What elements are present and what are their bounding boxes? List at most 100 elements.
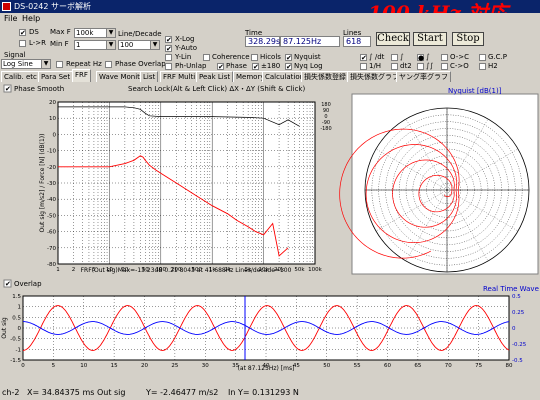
tab-loss-register[interactable]: 損失係数登録: [301, 71, 349, 82]
integ1-radio[interactable]: ●: [417, 54, 424, 62]
frf-plot-area[interactable]: [57, 101, 316, 265]
wave-right-tick: -0.5: [512, 358, 523, 364]
tab-frf[interactable]: FRF: [72, 69, 91, 82]
wave-right-tick: 0: [512, 326, 516, 332]
wave-x-tick: 10: [80, 363, 87, 369]
ds-label: DS: [29, 28, 39, 36]
check-button[interactable]: Check: [376, 32, 410, 46]
ph-unlap-checkbox[interactable]: [165, 63, 172, 70]
c-o-checkbox[interactable]: [441, 63, 448, 70]
time-field[interactable]: 328.29s: [245, 36, 280, 47]
start-button[interactable]: Start: [413, 32, 447, 46]
nyquist-checkbox[interactable]: ✔: [285, 54, 292, 62]
h2-label: H2: [488, 62, 498, 70]
frf-x-tick: 100k: [308, 267, 322, 273]
wave-left-tick: 0.5: [12, 315, 21, 321]
tab-peak-list[interactable]: Peak List: [196, 71, 234, 82]
wave-x-tick: 75: [475, 363, 482, 369]
wave-x-tick: 80: [506, 363, 513, 369]
wave-left-tick: -1: [16, 347, 21, 353]
frf-y-axis-label: Out sig [m/s2] / Force [N] (dB(1)): [39, 134, 46, 233]
tab-list[interactable]: List: [140, 71, 159, 82]
pm180-checkbox[interactable]: ✔: [252, 63, 259, 71]
tab-calib[interactable]: Calib. etc: [1, 71, 40, 82]
tab-frf-multi[interactable]: FRF Multi: [160, 71, 199, 82]
dt-radio[interactable]: [391, 54, 398, 61]
wave-right-tick: 0.5: [512, 294, 521, 300]
window-title: DS-0242 サーボ解析: [14, 2, 92, 11]
phase-checkbox[interactable]: ✔: [217, 63, 224, 71]
wave-x-tick: 0: [21, 363, 25, 369]
tab-loss-graph[interactable]: 損失係数グラフ: [347, 71, 402, 82]
frf-y-tick: 20: [49, 100, 56, 106]
frf-y-tick: 10: [49, 116, 56, 122]
frf-y-tick: -80: [47, 262, 56, 268]
signal-select[interactable]: Log Sine ▼: [1, 59, 51, 69]
tab-young-graph[interactable]: ヤング率グラフ: [396, 71, 451, 82]
wave-legend: Real Time Wave: [483, 285, 539, 293]
frf-y-tick: -20: [47, 165, 56, 171]
main-panel: ✔ Phase Smooth Search Lock(Alt & Left Cl…: [0, 82, 540, 400]
integ2-radio-label: ∫∫: [426, 62, 434, 70]
y-auto-checkbox[interactable]: ✔: [165, 45, 172, 53]
tab-para-set[interactable]: Para Set: [38, 71, 74, 82]
inv-h-label: 1/H: [369, 62, 382, 70]
line-decade-label: Line/Decade: [118, 30, 162, 38]
status-channel: ch-2: [2, 388, 20, 397]
freq-field[interactable]: 87.125Hz: [280, 36, 340, 47]
x-log-checkbox[interactable]: ✔: [165, 36, 172, 44]
wave-x-tick: 50: [323, 363, 330, 369]
search-hint: Search Lock(Alt & Left Click) ΔX・ΔY (Shi…: [128, 85, 305, 93]
stop-button[interactable]: Stop: [452, 32, 484, 46]
integ1-radio-label: ∫: [426, 53, 430, 61]
y-lin-checkbox[interactable]: [165, 54, 172, 61]
wave-right-tick: 0.25: [512, 310, 525, 316]
line-decade-select[interactable]: 100 ▼: [118, 40, 160, 50]
min-f-select[interactable]: 1 ▼: [74, 40, 116, 50]
frf-x-tick: 1: [56, 267, 60, 273]
coherence-label: Coherence: [212, 53, 250, 61]
wave-y-axis-label: Out sig: [1, 317, 8, 339]
integ2-radio[interactable]: [417, 63, 424, 70]
wave-left-tick: 1: [18, 305, 22, 311]
inv-h-checkbox[interactable]: [360, 63, 367, 70]
chevron-down-icon: ▼: [41, 60, 50, 68]
repeat-hz-checkbox[interactable]: [56, 61, 63, 68]
h2-checkbox[interactable]: [479, 63, 486, 70]
menu-bar: File Help: [0, 13, 540, 25]
phase-overlap-checkbox[interactable]: [105, 61, 112, 68]
hicols-label: Hicols: [260, 53, 281, 61]
chevron-down-icon: ▼: [106, 41, 115, 49]
pm180-label: ±180: [261, 62, 281, 70]
y-auto-label: Y-Auto: [175, 44, 198, 52]
frf-x-axis-label: FRF(Out sig)Max=-13.23dB 0.21 8043 at 41…: [81, 267, 292, 274]
menu-help[interactable]: Help: [22, 14, 40, 23]
hicols-checkbox[interactable]: [251, 54, 258, 61]
integ-dt-checkbox[interactable]: ✔: [360, 54, 367, 62]
status-y: Y= -2.46477 m/s2: [146, 388, 219, 397]
frf-y-tick: -40: [47, 197, 56, 203]
wave-x-tick: 55: [354, 363, 361, 369]
o-c-checkbox[interactable]: [441, 54, 448, 61]
ds-checkbox[interactable]: ✔: [19, 29, 26, 37]
wave-x-tick: 5: [52, 363, 56, 369]
max-f-select[interactable]: 100k ▼: [74, 28, 116, 38]
status-x: X= 34.84375 ms Out sig: [27, 388, 126, 397]
dt2-radio[interactable]: [391, 63, 398, 70]
wave-x-tick: 60: [384, 363, 391, 369]
o-c-label: O->C: [450, 53, 469, 61]
l-r-checkbox[interactable]: [19, 40, 26, 47]
phase-overlap-label: Phase Overlap: [115, 60, 166, 68]
wave-x-tick: 15: [111, 363, 118, 369]
gcp-checkbox[interactable]: [479, 54, 486, 61]
nyq-log-checkbox[interactable]: ✔: [285, 63, 292, 71]
wave-x-tick: 65: [414, 363, 421, 369]
lines-field[interactable]: 618: [343, 36, 371, 47]
frf-x-tick: 2: [72, 267, 76, 273]
wave-left-tick: 0: [18, 326, 22, 332]
wave-x-tick: 70: [445, 363, 452, 369]
integ-dt-label: ∫ /dt: [369, 53, 385, 61]
coherence-checkbox[interactable]: [203, 54, 210, 61]
menu-file[interactable]: File: [4, 14, 17, 23]
l-r-label: L->R: [29, 39, 47, 47]
